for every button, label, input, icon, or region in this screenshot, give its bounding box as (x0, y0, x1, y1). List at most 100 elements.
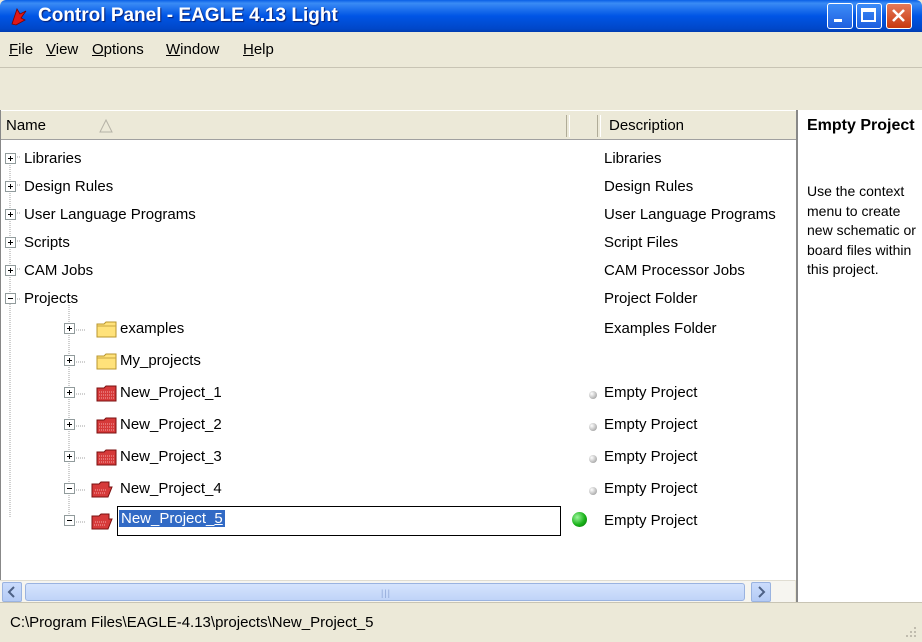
rename-input[interactable]: New_Project_5 (117, 506, 561, 536)
tree-item-new-project-4[interactable]: New_Project_4 Empty Project (1, 476, 796, 504)
tree-item-cam-jobs[interactable]: CAM Jobs CAM Processor Jobs (1, 258, 796, 286)
close-button[interactable] (886, 3, 912, 29)
menu-options-accel: O (92, 41, 104, 58)
menu-window-label: indow (180, 41, 220, 58)
expand-icon[interactable] (5, 265, 16, 276)
tree-item-scripts[interactable]: Scripts Script Files (1, 230, 796, 258)
tree-item-user-language-programs[interactable]: User Language Programs User Language Pro… (1, 202, 796, 230)
status-bar: C:\Program Files\EAGLE-4.13\projects\New… (0, 602, 922, 642)
menu-view-accel: V (46, 41, 56, 58)
status-dot-active-icon (572, 512, 587, 527)
menu-window[interactable]: Window (166, 41, 219, 58)
resize-grip-icon[interactable] (902, 623, 918, 639)
window-title: Control Panel - EAGLE 4.13 Light (38, 5, 338, 26)
collapse-icon[interactable] (64, 515, 75, 526)
expand-icon[interactable] (64, 355, 75, 366)
tree-item-description: Empty Project (604, 448, 698, 465)
sort-ascending-icon (99, 118, 113, 133)
status-dot-inactive-icon (589, 487, 597, 495)
minimize-button[interactable] (827, 3, 853, 29)
tree-item-label: CAM Jobs (24, 262, 94, 279)
menu-help-label: elp (253, 41, 274, 58)
horizontal-scrollbar[interactable]: ||| (0, 580, 795, 603)
menu-options-label: ptions (103, 41, 144, 58)
chevron-left-icon (7, 586, 15, 598)
tree-item-description: Script Files (604, 234, 679, 251)
project-folder-icon (96, 449, 117, 466)
expand-icon[interactable] (5, 153, 16, 164)
tree-item-new-project-3[interactable]: New_Project_3 Empty Project (1, 444, 796, 472)
menu-bar: File View Options Window Help (0, 32, 922, 68)
menu-options[interactable]: Options (92, 41, 144, 58)
status-dot-inactive-icon (589, 391, 597, 399)
tree-item-label: Projects (24, 290, 79, 307)
tree-item-label: Design Rules (24, 178, 114, 195)
menu-view[interactable]: View (46, 41, 78, 58)
tree-item-my-projects[interactable]: My_projects (1, 348, 796, 376)
project-folder-icon (96, 385, 117, 402)
column-divider[interactable] (566, 115, 570, 137)
grip-icon: ||| (381, 588, 392, 598)
rename-input-selection: New_Project_5 (119, 510, 225, 527)
status-path: C:\Program Files\EAGLE-4.13\projects\New… (10, 614, 374, 631)
tree-item-label: New_Project_1 (120, 384, 222, 401)
expand-icon[interactable] (64, 387, 75, 398)
tree-item-label: New_Project_3 (120, 448, 222, 465)
tree-item-description: Examples Folder (604, 320, 717, 337)
scroll-right-button[interactable] (751, 582, 771, 602)
menu-help[interactable]: Help (243, 41, 274, 58)
expand-icon[interactable] (64, 419, 75, 430)
maximize-icon (861, 8, 876, 22)
collapse-icon[interactable] (64, 483, 75, 494)
scroll-thumb[interactable]: ||| (25, 583, 745, 601)
expand-icon[interactable] (64, 323, 75, 334)
tree-item-design-rules[interactable]: Design Rules Design Rules (1, 174, 796, 202)
rename-text-suffix: 5 (214, 510, 223, 527)
column-divider[interactable] (597, 115, 601, 137)
info-body: Use the context menu to create new schem… (807, 183, 916, 277)
rename-text: New_Project_ (121, 510, 215, 527)
column-header-bar: Name Description (1, 110, 796, 140)
open-project-folder-icon (91, 513, 113, 530)
maximize-button[interactable] (856, 3, 882, 29)
tree-item-new-project-5[interactable]: New_Project_5 Empty Project (1, 506, 796, 536)
tree-item-label: New_Project_4 (120, 480, 222, 497)
scroll-left-button[interactable] (2, 582, 22, 602)
status-dot-inactive-icon (589, 423, 597, 431)
tree-item-description: Libraries (604, 150, 662, 167)
status-dot-inactive-icon (589, 455, 597, 463)
tree-view[interactable]: Name Description Libraries Libraries Des… (0, 110, 796, 580)
tree-item-description: Empty Project (604, 512, 698, 529)
folder-icon (96, 321, 117, 338)
project-folder-icon (96, 417, 117, 434)
column-header-name[interactable]: Name (6, 117, 46, 134)
tree-item-description: Empty Project (604, 384, 698, 401)
info-panel: Empty Project Use the context menu to cr… (796, 110, 922, 602)
tree-item-libraries[interactable]: Libraries Libraries (1, 146, 796, 174)
tree-item-label: My_projects (120, 352, 201, 369)
menu-file[interactable]: File (9, 41, 33, 58)
title-bar[interactable]: Control Panel - EAGLE 4.13 Light (0, 0, 922, 32)
menu-help-accel: H (243, 41, 254, 58)
tree-item-examples[interactable]: examples Examples Folder (1, 316, 796, 344)
expand-icon[interactable] (5, 181, 16, 192)
expand-icon[interactable] (5, 209, 16, 220)
collapse-icon[interactable] (5, 293, 16, 304)
chevron-right-icon (758, 586, 766, 598)
column-header-description[interactable]: Description (609, 117, 684, 134)
tree-item-new-project-1[interactable]: New_Project_1 Empty Project (1, 380, 796, 408)
tree-item-new-project-2[interactable]: New_Project_2 Empty Project (1, 412, 796, 440)
folder-icon (96, 353, 117, 370)
menu-file-label: ile (18, 41, 34, 58)
tree-item-projects[interactable]: Projects Project Folder (1, 286, 796, 314)
open-project-folder-icon (91, 481, 113, 498)
tree-item-description: Empty Project (604, 416, 698, 433)
close-icon (892, 9, 905, 22)
tree-item-description: Project Folder (604, 290, 698, 307)
expand-icon[interactable] (64, 451, 75, 462)
tree-item-label: Libraries (24, 150, 82, 167)
toolbar-area (0, 68, 922, 110)
expand-icon[interactable] (5, 237, 16, 248)
tree-item-label: User Language Programs (24, 206, 196, 223)
tree-item-description: Empty Project (604, 480, 698, 497)
